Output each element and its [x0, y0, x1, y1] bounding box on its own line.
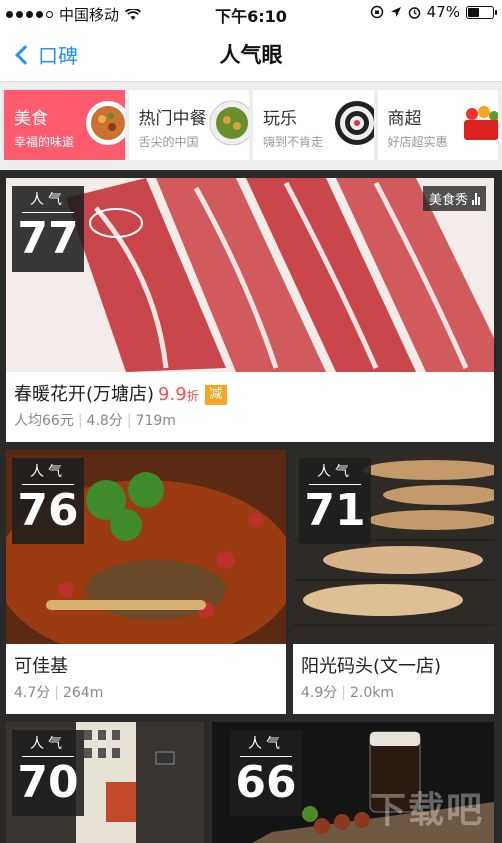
category-food[interactable]: 美食 幸福的味道 — [4, 90, 125, 160]
restaurant-photo: 人气 77 美食秀 — [6, 178, 494, 372]
shopping-basket-icon — [464, 106, 498, 140]
category-strip: 美食 幸福的味道 热门中餐 舌尖的中国 玩乐 嗨到不肯走 商超 好店超实惠 — [0, 82, 502, 170]
category-supermarket[interactable]: 商超 好店超实惠 — [377, 90, 498, 160]
rating: 4.7分 — [14, 685, 51, 701]
distance: 719m — [135, 413, 176, 429]
status-right: 47% — [370, 3, 497, 21]
discount-number: 9.9 — [158, 384, 187, 405]
restaurant-photo: 人气 66 下载吧 — [212, 722, 494, 843]
shop-name: 阳光码头(文一店) — [301, 656, 442, 677]
distance: 264m — [62, 685, 104, 701]
distance: 2.0km — [349, 685, 394, 701]
popularity-score: 66 — [235, 757, 297, 808]
restaurant-card[interactable]: 人气 70 — [6, 722, 204, 843]
page-title: 人气眼 — [219, 43, 283, 67]
restaurant-photo: 人气 71 — [293, 450, 494, 644]
battery-icon — [466, 5, 497, 19]
badge-label: 人气 — [30, 464, 66, 480]
lock-rotation-icon — [370, 5, 383, 19]
category-subtitle: 嗨到不肯走 — [263, 135, 324, 149]
food-show-label: 美食秀 — [428, 193, 468, 208]
status-bar: 中国移动 下午6:10 47% — [0, 0, 502, 26]
popularity-badge: 人气 76 — [12, 458, 84, 544]
bar-chart-icon — [472, 192, 480, 205]
badge-label: 人气 — [30, 736, 66, 752]
battery-percent: 47% — [426, 3, 460, 21]
shop-name: 春暖花开(万塘店) — [14, 384, 155, 405]
watermark: 下载吧 — [369, 790, 484, 831]
restaurant-photo: 人气 76 — [6, 450, 286, 644]
shop-meta: 人均66元 | 4.8分 | 719m — [14, 413, 176, 429]
popularity-badge: 人气 71 — [299, 458, 371, 544]
discount-unit: 折 — [186, 389, 199, 403]
badge-label: 人气 — [317, 464, 353, 480]
dartboard-icon — [334, 101, 374, 145]
popularity-score: 76 — [17, 485, 79, 536]
category-name: 热门中餐 — [138, 109, 207, 129]
card-info: 可佳基 4.7分 | 264m — [6, 644, 286, 714]
popularity-badge: 人气 77 — [12, 186, 84, 272]
restaurant-card[interactable]: 人气 77 美食秀 春暖花开(万塘店) 9.9折减 人均66元 | 4.8分 | 719m — [6, 178, 494, 442]
restaurant-card[interactable]: 人气 76 可佳基 4.7分 | 264m — [6, 450, 286, 714]
shop-meta: 4.7分 | 264m — [14, 685, 104, 701]
category-name: 美食 — [14, 109, 48, 129]
badge-label: 人气 — [248, 736, 284, 752]
location-arrow-icon — [390, 7, 401, 17]
popularity-score: 77 — [17, 213, 79, 264]
card-info: 阳光码头(文一店) 4.9分 | 2.0km — [293, 644, 494, 714]
category-name: 玩乐 — [263, 109, 297, 129]
food-show-tag[interactable]: 美食秀 — [422, 186, 486, 211]
popularity-score: 70 — [17, 757, 79, 808]
restaurant-card[interactable]: 人气 66 下载吧 — [212, 722, 494, 843]
popularity-score: 71 — [304, 485, 366, 536]
rating: 4.9分 — [301, 685, 338, 701]
category-subtitle: 舌尖的中国 — [138, 135, 199, 149]
category-subtitle: 好店超实惠 — [387, 135, 448, 149]
popularity-badge: 人气 70 — [12, 730, 84, 816]
promo-badge: 减 — [204, 385, 227, 405]
nav-bar: 口碑 人气眼 — [0, 26, 502, 82]
card-info: 春暖花开(万塘店) 9.9折减 人均66元 | 4.8分 | 719m — [6, 372, 494, 442]
rating: 4.8分 — [86, 413, 123, 429]
shop-meta: 4.9分 | 2.0km — [301, 685, 394, 701]
popularity-badge: 人气 66 — [230, 730, 302, 816]
discount-value: 9.9折 — [158, 384, 199, 405]
category-fun[interactable]: 玩乐 嗨到不肯走 — [253, 90, 374, 160]
restaurant-card[interactable]: 人气 71 阳光码头(文一店) 4.9分 | 2.0km — [293, 450, 494, 714]
restaurant-photo: 人气 70 — [6, 722, 204, 843]
battery-level — [468, 7, 480, 17]
category-subtitle: 幸福的味道 — [14, 135, 75, 149]
badge-label: 人气 — [30, 192, 66, 208]
food-plate-icon — [85, 101, 125, 145]
shop-name: 可佳基 — [14, 656, 68, 677]
category-name: 商超 — [387, 109, 422, 129]
category-chinese[interactable]: 热门中餐 舌尖的中国 — [128, 90, 249, 160]
alarm-icon — [408, 6, 420, 19]
avg-price: 人均66元 — [14, 413, 74, 429]
dish-icon — [209, 100, 249, 146]
